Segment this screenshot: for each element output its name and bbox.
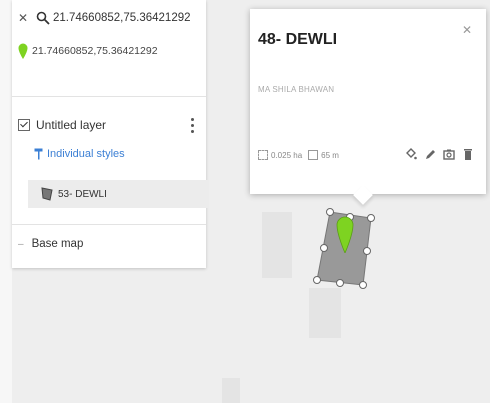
feature-label: 53- DEWLI — [58, 188, 107, 200]
pencil-icon[interactable] — [424, 147, 436, 161]
divider — [12, 96, 206, 97]
divider — [12, 224, 206, 225]
layer-title[interactable]: Untitled layer — [36, 118, 106, 132]
popup-title: 48- DEWLI — [258, 31, 338, 48]
polygon-vertex-handle[interactable] — [326, 208, 334, 216]
base-map-row[interactable]: – Base map — [18, 238, 83, 250]
individual-styles-label: Individual styles — [47, 148, 125, 160]
search-row: ✕ 21.74660852,75.36421292 — [18, 10, 204, 26]
polygon-vertex-handle[interactable] — [363, 247, 371, 255]
more-vert-icon[interactable] — [191, 116, 194, 134]
map-pin-icon — [18, 43, 28, 59]
individual-styles-link[interactable]: Individual styles — [34, 148, 125, 160]
layers-panel: ✕ 21.74660852,75.36421292 21.74660852,75… — [12, 0, 208, 268]
polygon-icon — [41, 187, 53, 201]
search-result[interactable]: 21.74660852,75.36421292 — [18, 42, 204, 60]
polygon-vertex-handle[interactable] — [359, 281, 367, 289]
perimeter-value: 65 m — [321, 150, 339, 160]
area-icon — [258, 150, 268, 160]
close-icon[interactable]: ✕ — [462, 23, 472, 37]
perimeter-icon — [308, 150, 319, 160]
area-value: 0.025 ha — [271, 150, 303, 160]
base-map-label: Base map — [31, 238, 84, 250]
polygon-vertex-handle[interactable] — [336, 279, 344, 287]
search-icon[interactable] — [36, 11, 50, 25]
popup-actions — [405, 147, 474, 161]
trash-icon[interactable] — [462, 147, 474, 161]
popup-description: MA SHILA BHAWAN — [258, 85, 335, 94]
search-result-coordinates: 21.74660852,75.36421292 — [32, 45, 158, 57]
close-icon[interactable]: ✕ — [18, 11, 30, 25]
polygon-vertex-handle[interactable] — [320, 244, 328, 252]
checkbox-checked-icon[interactable] — [18, 119, 30, 131]
paint-bucket-icon[interactable] — [405, 147, 417, 161]
collapse-icon[interactable]: – — [18, 239, 24, 250]
map-pin-icon[interactable] — [336, 213, 354, 253]
layer-header: Untitled layer — [18, 116, 204, 134]
popup-measurements: 0.025 ha 65 m — [258, 150, 339, 160]
polygon-vertex-handle[interactable] — [367, 214, 375, 222]
search-query[interactable]: 21.74660852,75.36421292 — [53, 12, 191, 24]
paint-roller-icon — [34, 148, 43, 160]
polygon-vertex-handle[interactable] — [313, 276, 321, 284]
feature-info-popup: 48- DEWLI ✕ MA SHILA BHAWAN 0.025 ha 65 … — [250, 9, 486, 205]
feature-item[interactable]: 53- DEWLI — [28, 180, 208, 208]
camera-icon[interactable] — [443, 147, 455, 161]
